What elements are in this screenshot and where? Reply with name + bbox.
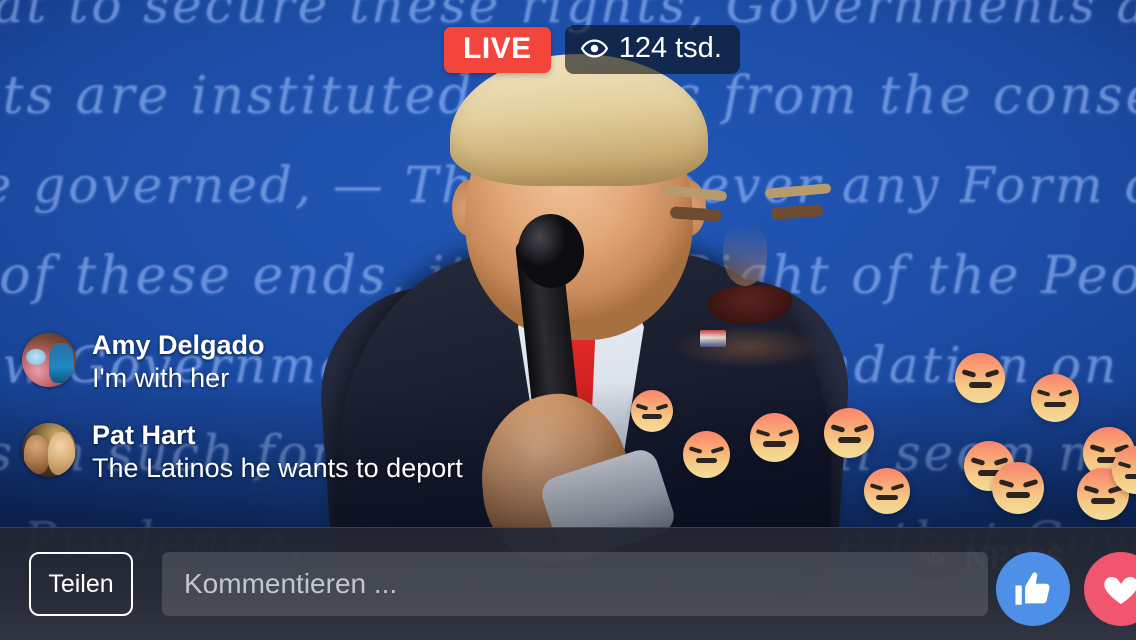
comment-author[interactable]: Pat Hart: [92, 420, 463, 452]
viewer-count-label: 124 tsd.: [618, 32, 722, 64]
comment-author[interactable]: Amy Delgado: [92, 330, 265, 362]
comment-body: Amy Delgado I'm with her: [92, 330, 265, 394]
comment-input[interactable]: [162, 552, 988, 616]
comment-text: The Latinos he wants to deport: [92, 453, 463, 484]
comment-text: I'm with her: [92, 362, 230, 393]
avatar[interactable]: [22, 333, 76, 387]
list-item[interactable]: Pat Hart The Latinos he wants to deport: [22, 420, 642, 484]
like-button[interactable]: [996, 552, 1070, 626]
eyebrow-right: [764, 183, 832, 199]
live-status-overlay: LIVE 124 tsd.: [444, 25, 740, 74]
share-button[interactable]: Teilen: [29, 552, 133, 616]
comment-body: Pat Hart The Latinos he wants to deport: [92, 420, 463, 484]
viewer-count-pill: 124 tsd.: [564, 25, 740, 74]
facebook-live-player: — That to secure these rights, Governmen…: [0, 0, 1136, 640]
live-comments-list: Amy Delgado I'm with her Pat Hart The La…: [22, 330, 642, 511]
thumbs-up-icon: [1015, 572, 1050, 605]
bottom-action-bar: Teilen: [0, 527, 1136, 640]
list-item[interactable]: Amy Delgado I'm with her: [22, 330, 642, 394]
eye-right: [770, 204, 824, 220]
reaction-buttons: [996, 552, 1136, 626]
love-button[interactable]: [1084, 552, 1136, 626]
eye-left: [669, 206, 723, 222]
avatar[interactable]: [22, 423, 76, 478]
chin-shadow: [675, 326, 821, 368]
heart-icon: [1104, 577, 1136, 604]
live-badge: LIVE: [444, 26, 551, 73]
eye-icon: [580, 39, 608, 58]
nose: [723, 224, 767, 286]
